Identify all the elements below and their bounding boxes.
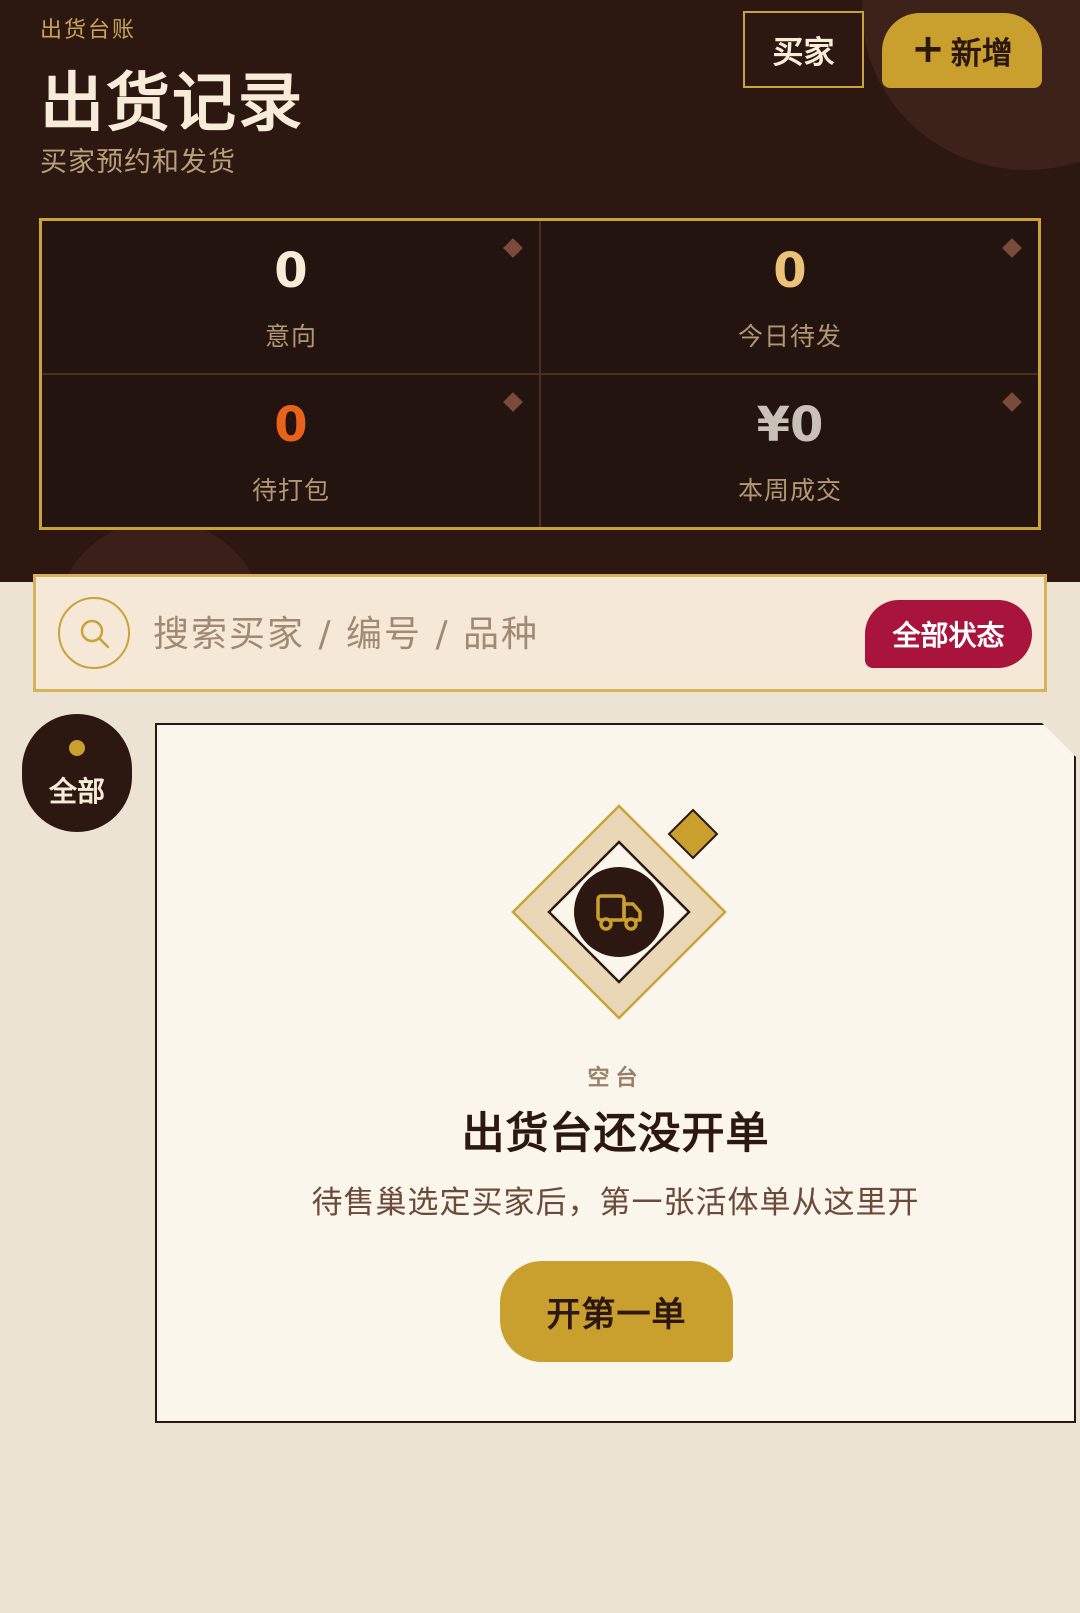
buyer-button[interactable]: 买家 (743, 11, 864, 88)
search-input[interactable] (151, 599, 795, 669)
stat-value: 0 (274, 397, 308, 453)
stat-label: 待打包 (251, 476, 330, 505)
add-button-label: 新增 (950, 36, 1013, 72)
buyer-button-label: 买家 (772, 35, 835, 71)
status-filter-label: 全部状态 (892, 619, 1005, 652)
stat-intent[interactable]: 0 意向 (42, 221, 540, 373)
empty-description: 待售巢选定买家后，第一张活体单从这里开 (311, 1185, 920, 1221)
stat-value: 0 (773, 243, 807, 299)
search-icon[interactable] (58, 597, 130, 669)
card-corner-fold (1042, 723, 1076, 757)
stats-grid: 0 意向 0 今日待发 0 待打包 ¥0 本周成交 (39, 218, 1041, 530)
header: 出货台账 出货记录 买家预约和发货 买家 + 新增 0 意向 0 今日待发 0 … (0, 0, 1080, 582)
plus-icon: + (911, 25, 945, 72)
start-first-order-button[interactable]: 开第一单 (500, 1261, 733, 1362)
stat-label: 本周成交 (737, 476, 842, 505)
stat-value: 0 (274, 243, 308, 299)
active-dot-icon (69, 740, 85, 756)
page-title: 出货记录 (40, 67, 304, 141)
tab-label: 全部 (48, 775, 105, 808)
tab-all[interactable]: 全部 (22, 714, 132, 832)
empty-title: 出货台还没开单 (461, 1109, 770, 1159)
stat-to-pack[interactable]: 0 待打包 (42, 375, 540, 527)
header-eyebrow: 出货台账 (40, 18, 137, 43)
stat-value: ¥0 (756, 397, 824, 453)
page-subtitle: 买家预约和发货 (40, 147, 236, 178)
stat-label: 意向 (264, 322, 317, 351)
stat-label: 今日待发 (737, 322, 842, 351)
status-filter-button[interactable]: 全部状态 (865, 600, 1032, 668)
empty-eyebrow: 空台 (587, 1066, 644, 1091)
stat-today-pending[interactable]: 0 今日待发 (541, 221, 1039, 373)
add-button[interactable]: + 新增 (882, 13, 1042, 88)
empty-state-card: 空台 出货台还没开单 待售巢选定买家后，第一张活体单从这里开 开第一单 (155, 723, 1076, 1423)
start-button-label: 开第一单 (546, 1295, 687, 1335)
truck-icon (511, 804, 727, 1020)
stat-week-deals[interactable]: ¥0 本周成交 (541, 375, 1039, 527)
search-bar: 全部状态 (33, 574, 1047, 692)
